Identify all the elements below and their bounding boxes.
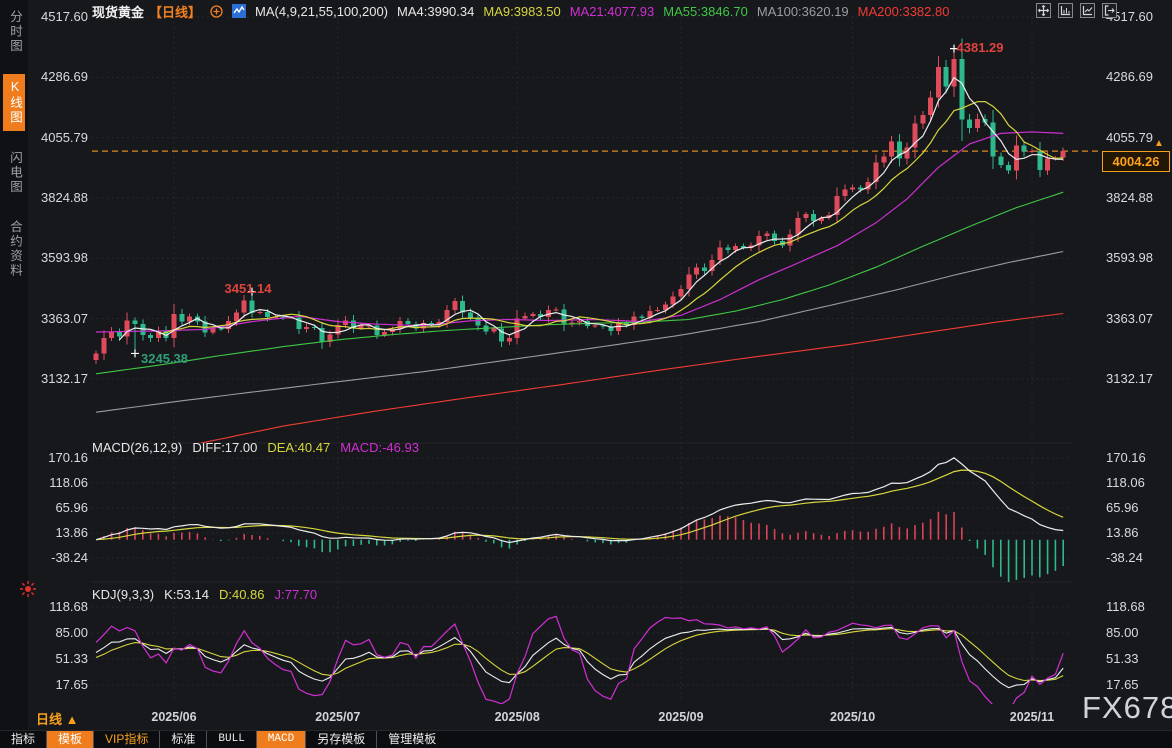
current-price-box: 4004.26 [1102,151,1170,172]
toolbar-item-7[interactable]: 另存模板 [305,731,376,748]
sidebar-item-timeline-chart[interactable]: 分时图 [3,4,25,60]
ma55-value: MA55:3846.70 [663,4,748,19]
month-label: 2025/06 [151,710,196,724]
sidebar-item-lightning-chart[interactable]: 闪电图 [3,145,25,201]
toolbar-item-6[interactable]: MACD [256,731,305,748]
watermark: FX678 [1082,690,1172,726]
symbol-name: 现货黄金 [92,2,144,21]
kdj-j-value: J:77.70 [275,587,318,602]
annotation-may-low: 3245.38 [141,351,188,366]
period-badge: 【日线】 [149,2,201,21]
kdj-k-value: K:53.14 [164,587,209,602]
macd-diff-value: DIFF:17.00 [192,440,257,455]
macd-header: MACD(26,12,9) DIFF:17.00 DEA:40.47 MACD:… [92,440,419,455]
macd-dea-value: DEA:40.47 [267,440,330,455]
sidebar: 分时图 K线图 闪电图 合约资料 [0,0,28,748]
chart-header: 现货黄金 【日线】 MA(4,9,21,55,100,200) MA4:3990… [92,2,949,20]
live-indicator-icon [19,580,37,598]
ma-params-label: MA(4,9,21,55,100,200) [255,4,388,19]
sidebar-item-kline-chart[interactable]: K线图 [3,74,25,131]
ma21-value: MA21:4077.93 [570,4,655,19]
sidebar-item-contract-info[interactable]: 合约资料 [3,214,25,284]
toolbar-item-5[interactable]: BULL [206,731,255,748]
candlestick-badge-icon [232,4,246,18]
month-label: 2025/11 [1010,710,1055,724]
kdj-d-value: D:40.86 [219,587,265,602]
month-label: 2025/08 [495,710,540,724]
pan-right-icon[interactable] [1102,3,1117,18]
ma9-value: MA9:3983.50 [483,4,560,19]
month-label: 2025/09 [658,710,703,724]
move-crosshair-icon[interactable] [1036,3,1051,18]
chart-toolbuttons [1036,3,1117,18]
toolbar-item-2[interactable]: 模板 [46,731,93,748]
axis-scale-icon[interactable] [1058,3,1073,18]
kdj-params-label: KDJ(9,3,3) [92,587,154,602]
chart-app-window: 分时图 K线图 闪电图 合约资料 现货黄金 【日线】 MA(4,9,21,55,… [0,0,1172,748]
macd-params-label: MACD(26,12,9) [92,440,182,455]
month-label: 2025/10 [830,710,875,724]
period-dropdown[interactable]: 日线 ▲ [36,709,78,728]
ma4-value: MA4:3990.34 [397,4,474,19]
add-indicator-icon[interactable] [210,5,223,18]
ma200-value: MA200:3382.80 [858,4,950,19]
x-axis-row: 日线 ▲ 2025/06 2025/07 2025/08 2025/09 2025/10… [0,706,1172,730]
month-label: 2025/07 [315,710,360,724]
toolbar-item-8[interactable]: 管理模板 [376,731,447,748]
bottom-toolbar: 指标模板VIP指标标准BULLMACD另存模板管理模板 [0,730,1172,748]
price-flag-icon[interactable]: ▲ [1154,138,1164,149]
axis-line-chart-icon[interactable] [1080,3,1095,18]
annotation-june-high: 3451.14 [225,281,272,296]
ma100-value: MA100:3620.19 [757,4,849,19]
toolbar-item-1[interactable]: 指标 [0,731,46,748]
kdj-header: KDJ(9,3,3) K:53.14 D:40.86 J:77.70 [92,587,317,602]
toolbar-item-4[interactable]: 标准 [159,731,206,748]
annotation-peak-high: 4381.29 [957,40,1004,55]
toolbar-item-3[interactable]: VIP指标 [93,731,159,748]
macd-value: MACD:-46.93 [340,440,419,455]
